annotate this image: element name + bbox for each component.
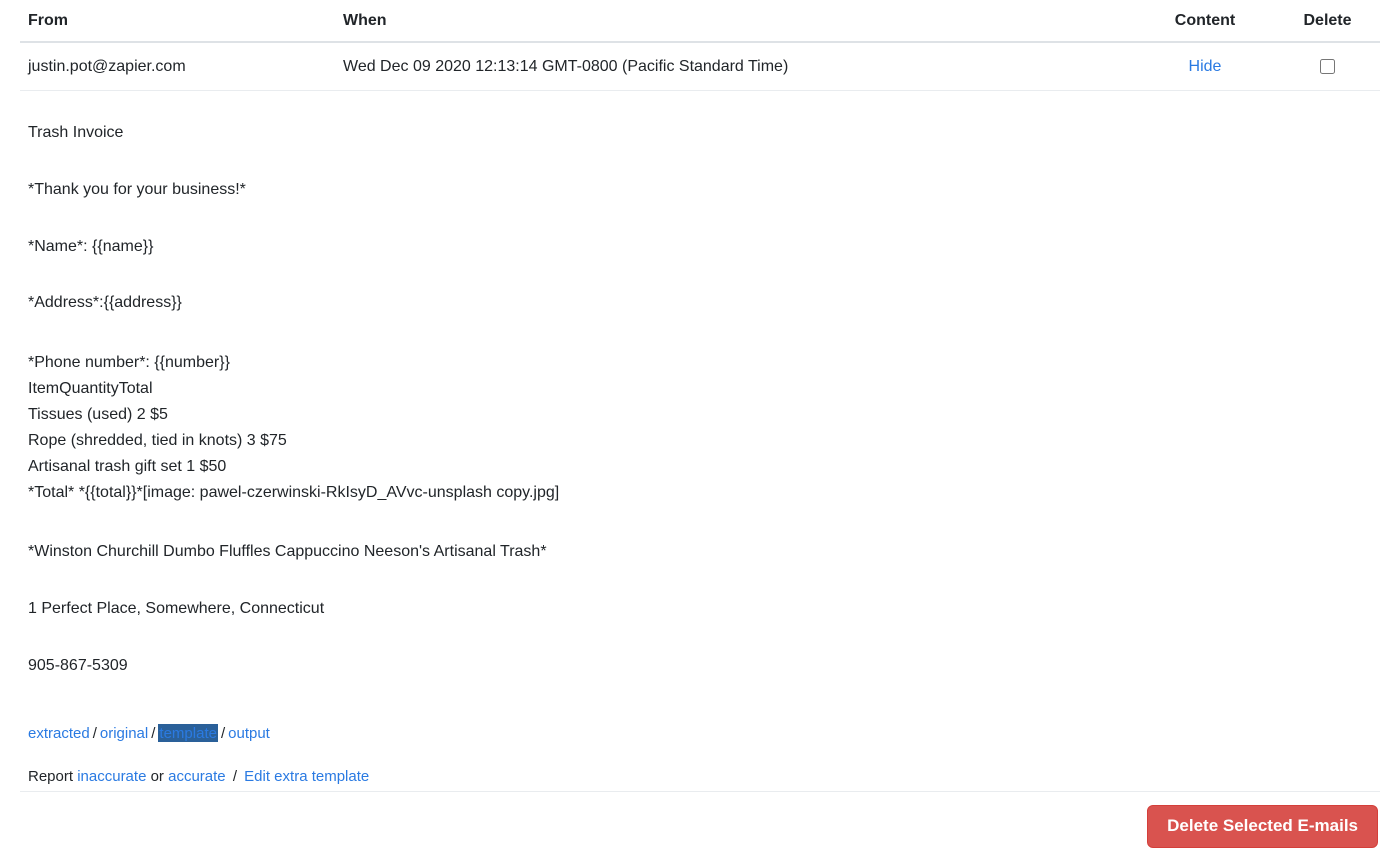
table-head: From When Content Delete <box>20 0 1380 43</box>
email-greeting-line: *Thank you for your business!* <box>28 180 246 198</box>
link-separator-3: / <box>220 724 226 742</box>
email-viewer-page: From When Content Delete justin.pot@zapi… <box>0 0 1400 859</box>
view-mode-links: extracted / original / template / output <box>28 723 1372 744</box>
report-label: Report <box>28 767 74 785</box>
email-sender-address-line: 1 Perfect Place, Somewhere, Connecticut <box>28 599 325 617</box>
report-or-label: or <box>150 767 164 785</box>
report-separator: / <box>232 767 237 785</box>
cell-delete <box>1275 42 1380 91</box>
email-invoice-details-block: *Phone number*: {{number}} ItemQuantityT… <box>28 354 560 502</box>
table-header-row: From When Content Delete <box>20 0 1380 43</box>
email-signature-line: *Winston Churchill Dumbo Fluffles Cappuc… <box>28 543 547 561</box>
bottom-divider <box>20 791 1380 792</box>
email-address-template-line: *Address*:{{address}} <box>28 294 182 312</box>
link-original[interactable]: original <box>100 725 148 742</box>
hide-content-link[interactable]: Hide <box>1189 58 1222 75</box>
column-header-when: When <box>335 0 1135 43</box>
column-header-from: From <box>20 0 335 43</box>
link-extracted[interactable]: extracted <box>28 725 90 742</box>
table-body: justin.pot@zapier.com Wed Dec 09 2020 12… <box>20 42 1380 91</box>
emails-table: From When Content Delete justin.pot@zapi… <box>20 0 1380 91</box>
delete-row-checkbox[interactable] <box>1320 59 1335 75</box>
email-name-line: *Name*: {{name}} <box>28 237 154 255</box>
email-body: Trash Invoice *Thank you for your busine… <box>20 123 1380 677</box>
email-sender-phone-line: 905-867-5309 <box>28 656 128 674</box>
link-edit-extra-template[interactable]: Edit extra template <box>244 768 369 785</box>
table-row: justin.pot@zapier.com Wed Dec 09 2020 12… <box>20 42 1380 91</box>
email-subject-line: Trash Invoice <box>28 124 124 141</box>
link-template-selected[interactable]: template <box>158 723 218 742</box>
column-header-content: Content <box>1135 0 1275 43</box>
link-output[interactable]: output <box>228 725 270 742</box>
cell-when: Wed Dec 09 2020 12:13:14 GMT-0800 (Pacif… <box>335 42 1135 91</box>
link-separator-1: / <box>92 724 97 742</box>
cell-content: Hide <box>1135 42 1275 91</box>
link-report-inaccurate[interactable]: inaccurate <box>77 768 146 785</box>
link-separator-2: / <box>151 724 156 742</box>
link-report-accurate[interactable]: accurate <box>168 768 226 785</box>
report-row: Report inaccurate or accurate / Edit ext… <box>28 766 1372 787</box>
footer-links: extracted / original / template / output Repor… <box>20 723 1380 787</box>
delete-selected-emails-button[interactable]: Delete Selected E-mails <box>1147 805 1378 848</box>
cell-from: justin.pot@zapier.com <box>20 42 335 91</box>
column-header-delete: Delete <box>1275 0 1380 43</box>
